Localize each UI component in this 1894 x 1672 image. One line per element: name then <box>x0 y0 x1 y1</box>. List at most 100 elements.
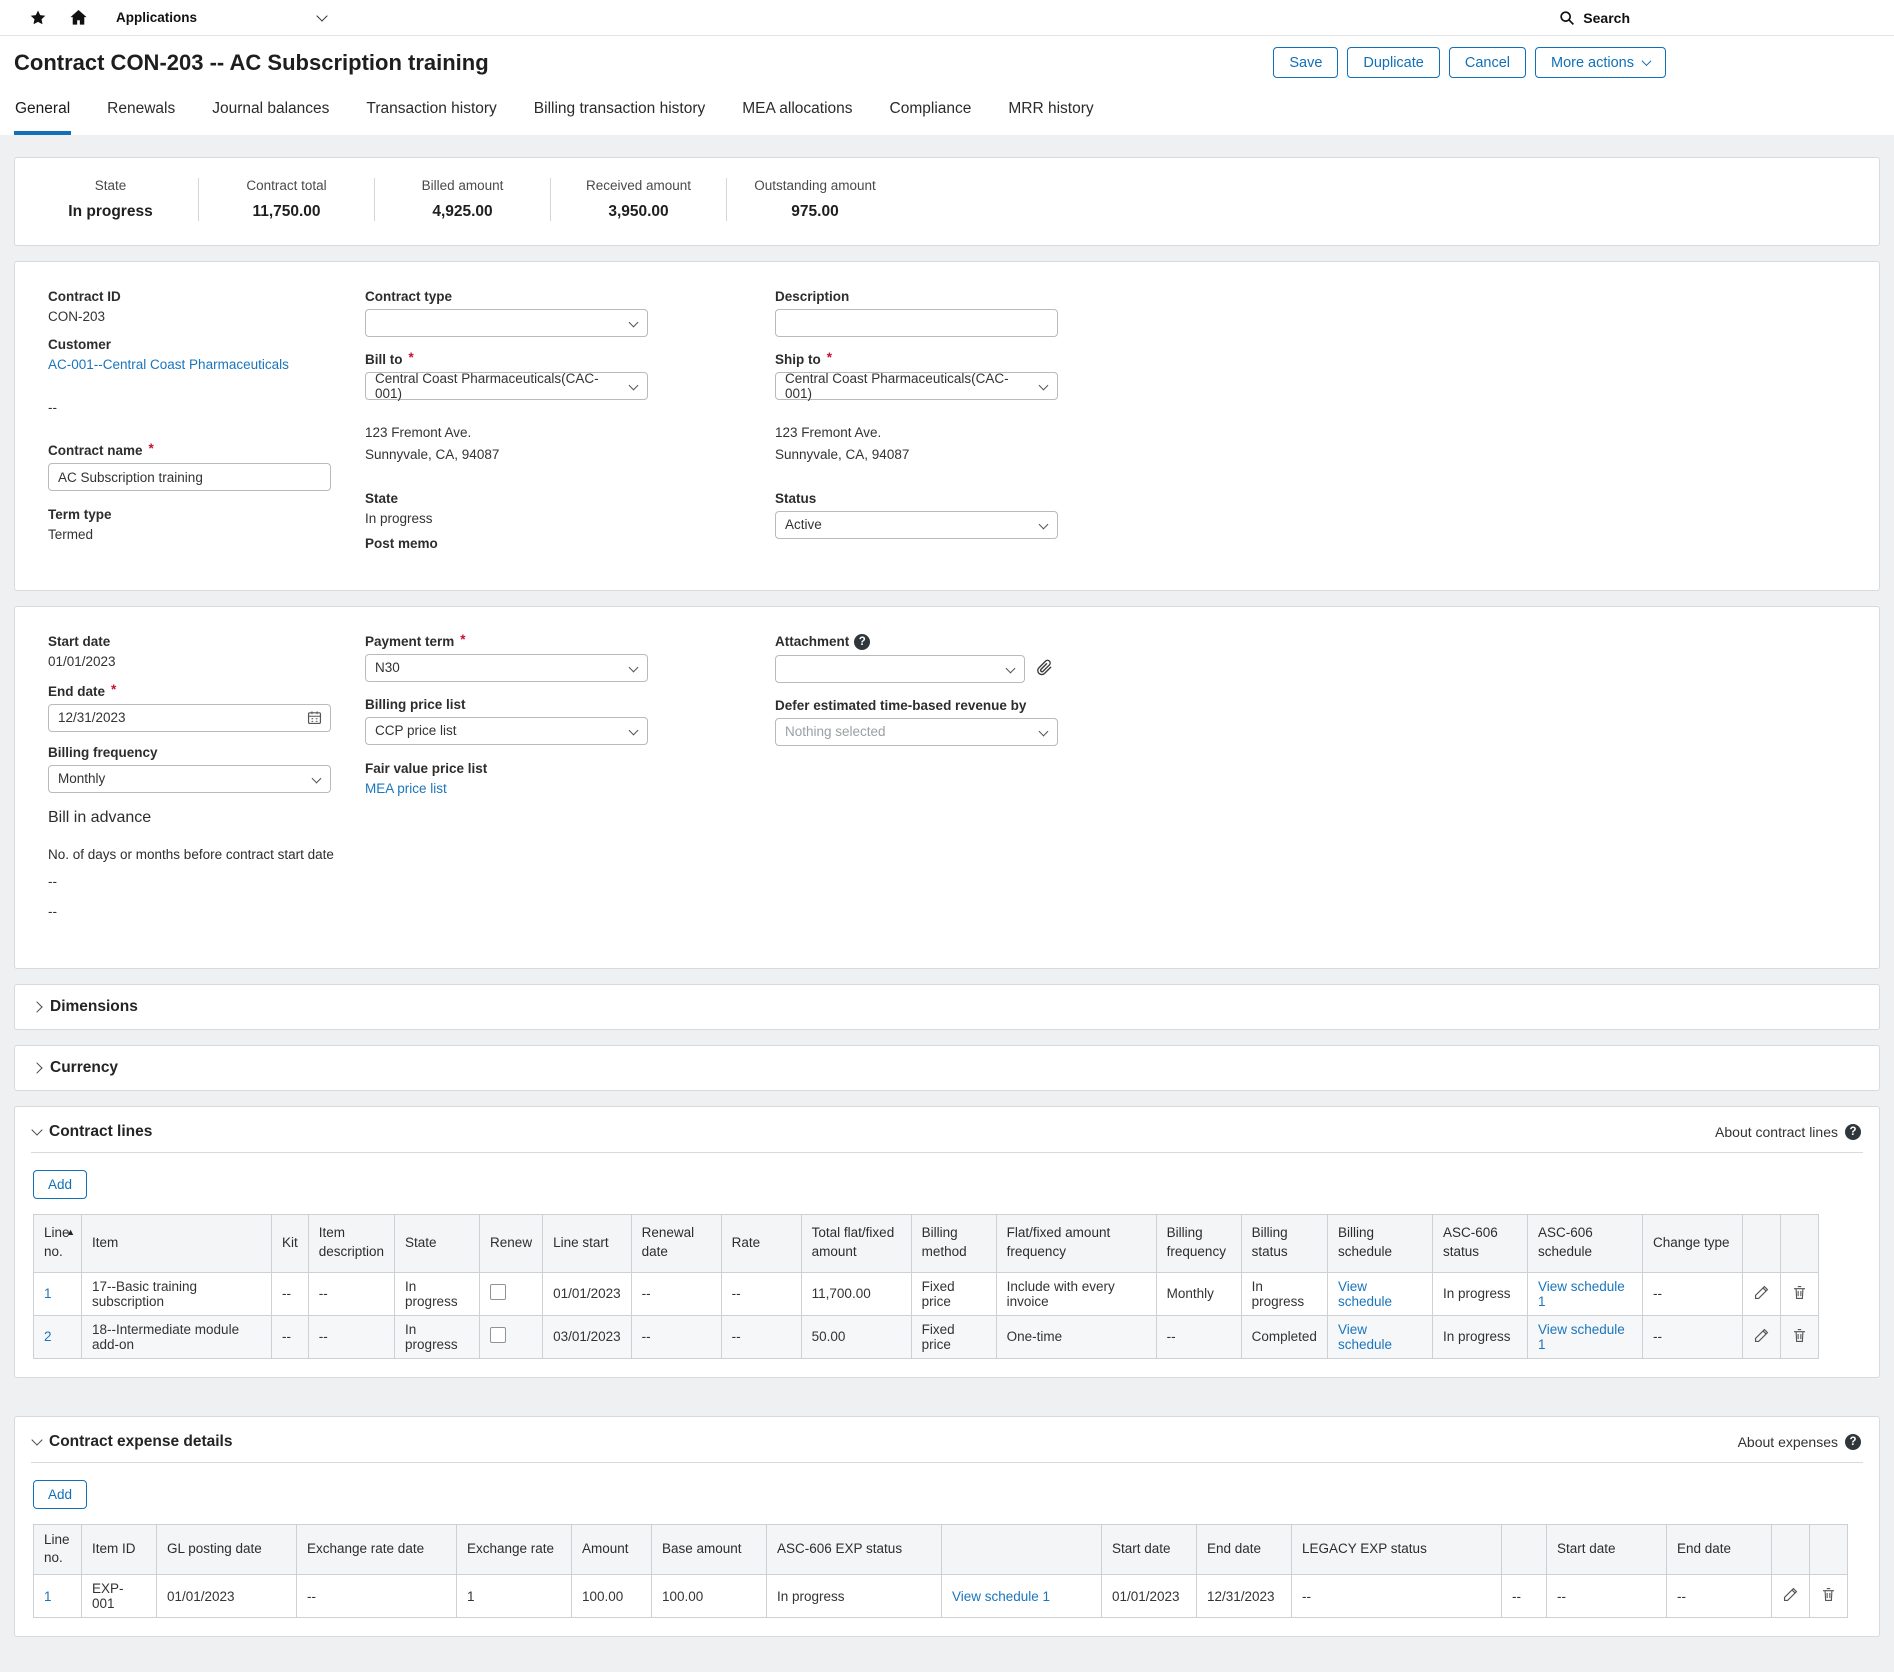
summary-bar: State In progress Contract total 11,750.… <box>14 157 1880 246</box>
help-icon[interactable]: ? <box>854 634 870 650</box>
col-kit[interactable]: Kit <box>272 1214 309 1272</box>
col-billing-status[interactable]: Billing status <box>1241 1214 1327 1272</box>
renew-checkbox[interactable] <box>490 1284 506 1300</box>
col-legacy-exp-status[interactable]: LEGACY EXP status <box>1292 1524 1502 1575</box>
col-line-start[interactable]: Line start <box>543 1214 632 1272</box>
summary-value: In progress <box>45 203 176 221</box>
col-line-no[interactable]: Line no.▲ <box>34 1214 82 1272</box>
start-date-label: Start date <box>48 634 348 649</box>
col-change-type[interactable]: Change type <box>1642 1214 1742 1272</box>
customer-link[interactable]: AC-001--Central Coast Pharmaceuticals <box>48 357 289 372</box>
line-no-link[interactable]: 2 <box>44 1329 52 1344</box>
star-icon[interactable] <box>26 6 50 30</box>
tab-renewals[interactable]: Renewals <box>106 94 176 135</box>
col-amount[interactable]: Amount <box>572 1524 652 1575</box>
col-renewal-date[interactable]: Renewal date <box>631 1214 721 1272</box>
col-asc606-exp-schedule[interactable] <box>942 1524 1102 1575</box>
chevron-down-icon[interactable] <box>31 1434 42 1445</box>
col-end-date[interactable]: End date <box>1197 1524 1292 1575</box>
add-contract-line-button[interactable]: Add <box>33 1170 87 1199</box>
col-billing-method[interactable]: Billing method <box>911 1214 996 1272</box>
asc606-exp-schedule-link[interactable]: View schedule 1 <box>952 1589 1050 1604</box>
currency-section-toggle[interactable]: Currency <box>14 1045 1880 1091</box>
cancel-button[interactable]: Cancel <box>1449 47 1526 78</box>
paperclip-icon[interactable] <box>1035 658 1054 680</box>
defer-revenue-select[interactable]: Nothing selected <box>775 718 1058 746</box>
col-asc606-exp-status[interactable]: ASC-606 EXP status <box>767 1524 942 1575</box>
applications-menu[interactable]: Applications <box>116 10 326 25</box>
delete-row-button[interactable] <box>1810 1575 1848 1618</box>
col-item[interactable]: Item <box>82 1214 272 1272</box>
ship-to-select[interactable]: Central Coast Pharmaceuticals(CAC-001) <box>775 372 1058 400</box>
bill-to-value: Central Coast Pharmaceuticals(CAC-001) <box>375 371 621 401</box>
mea-price-list-link[interactable]: MEA price list <box>365 781 447 796</box>
cell-billing-method: Fixed price <box>911 1272 996 1315</box>
description-input[interactable] <box>775 309 1058 337</box>
line-no-link[interactable]: 1 <box>44 1589 52 1604</box>
help-icon[interactable]: ? <box>1845 1434 1861 1450</box>
tab-mea-allocations[interactable]: MEA allocations <box>741 94 853 135</box>
edit-row-button[interactable] <box>1742 1272 1780 1315</box>
col-asc606-status[interactable]: ASC-606 status <box>1432 1214 1527 1272</box>
end-date-input[interactable] <box>48 704 331 732</box>
edit-row-button[interactable] <box>1742 1315 1780 1358</box>
tab-journal-balances[interactable]: Journal balances <box>211 94 330 135</box>
line-no-link[interactable]: 1 <box>44 1286 52 1301</box>
col-rate[interactable]: Rate <box>721 1214 801 1272</box>
col-total-flat-fixed-amount[interactable]: Total flat/fixed amount <box>801 1214 911 1272</box>
bill-to-select[interactable]: Central Coast Pharmaceuticals(CAC-001) <box>365 372 648 400</box>
col-gl-posting-date[interactable]: GL posting date <box>157 1524 297 1575</box>
tab-general[interactable]: General <box>14 94 71 135</box>
billing-schedule-link[interactable]: View schedule <box>1338 1279 1392 1309</box>
col-line-no[interactable]: Line no. <box>34 1524 82 1575</box>
contract-name-input[interactable] <box>48 463 331 491</box>
renew-checkbox[interactable] <box>490 1327 506 1343</box>
billing-schedule-link[interactable]: View schedule <box>1338 1322 1392 1352</box>
col-item-description[interactable]: Item description <box>308 1214 394 1272</box>
col-billing-frequency[interactable]: Billing frequency <box>1156 1214 1241 1272</box>
calendar-icon[interactable] <box>306 709 323 729</box>
col-start-date[interactable]: Start date <box>1102 1524 1197 1575</box>
chevron-down-icon <box>1039 726 1049 736</box>
cell-gl-posting-date: 01/01/2023 <box>157 1575 297 1618</box>
more-actions-button[interactable]: More actions <box>1535 47 1666 78</box>
edit-row-button[interactable] <box>1772 1575 1810 1618</box>
add-expense-button[interactable]: Add <box>33 1480 87 1509</box>
contract-type-select[interactable] <box>365 309 648 337</box>
help-icon[interactable]: ? <box>1845 1124 1861 1140</box>
duplicate-button[interactable]: Duplicate <box>1347 47 1439 78</box>
col-flat-fixed-amount-frequency[interactable]: Flat/fixed amount frequency <box>996 1214 1156 1272</box>
pencil-icon <box>1782 1591 1799 1606</box>
billing-frequency-select[interactable]: Monthly <box>48 765 331 793</box>
dimensions-section-toggle[interactable]: Dimensions <box>14 984 1880 1030</box>
asc606-schedule-link[interactable]: View schedule 1 <box>1538 1279 1625 1309</box>
ship-to-label: Ship to* <box>775 352 1065 367</box>
col-legacy-end-date[interactable]: End date <box>1667 1524 1772 1575</box>
search-button[interactable]: Search <box>1558 9 1630 27</box>
asc606-schedule-link[interactable]: View schedule 1 <box>1538 1322 1625 1352</box>
payment-term-select[interactable]: N30 <box>365 654 648 682</box>
chevron-down-icon[interactable] <box>31 1124 42 1135</box>
col-item-id[interactable]: Item ID <box>82 1524 157 1575</box>
status-select[interactable]: Active <box>775 511 1058 539</box>
tab-transaction-history[interactable]: Transaction history <box>365 94 497 135</box>
col-billing-schedule[interactable]: Billing schedule <box>1327 1214 1432 1272</box>
col-exchange-rate-date[interactable]: Exchange rate date <box>297 1524 457 1575</box>
col-state[interactable]: State <box>395 1214 480 1272</box>
tab-mrr-history[interactable]: MRR history <box>1007 94 1094 135</box>
delete-row-button[interactable] <box>1780 1272 1818 1315</box>
attachment-select[interactable] <box>775 655 1025 683</box>
col-legacy-start-date[interactable]: Start date <box>1547 1524 1667 1575</box>
col-base-amount[interactable]: Base amount <box>652 1524 767 1575</box>
contract-type-label: Contract type <box>365 289 665 304</box>
billing-price-list-select[interactable]: CCP price list <box>365 717 648 745</box>
col-exchange-rate[interactable]: Exchange rate <box>457 1524 572 1575</box>
tab-compliance[interactable]: Compliance <box>889 94 973 135</box>
save-button[interactable]: Save <box>1273 47 1338 78</box>
col-legacy-schedule[interactable] <box>1502 1524 1547 1575</box>
col-renew[interactable]: Renew <box>480 1214 543 1272</box>
tab-billing-transaction-history[interactable]: Billing transaction history <box>533 94 706 135</box>
home-icon[interactable] <box>66 6 90 30</box>
delete-row-button[interactable] <box>1780 1315 1818 1358</box>
col-asc606-schedule[interactable]: ASC-606 schedule <box>1527 1214 1642 1272</box>
